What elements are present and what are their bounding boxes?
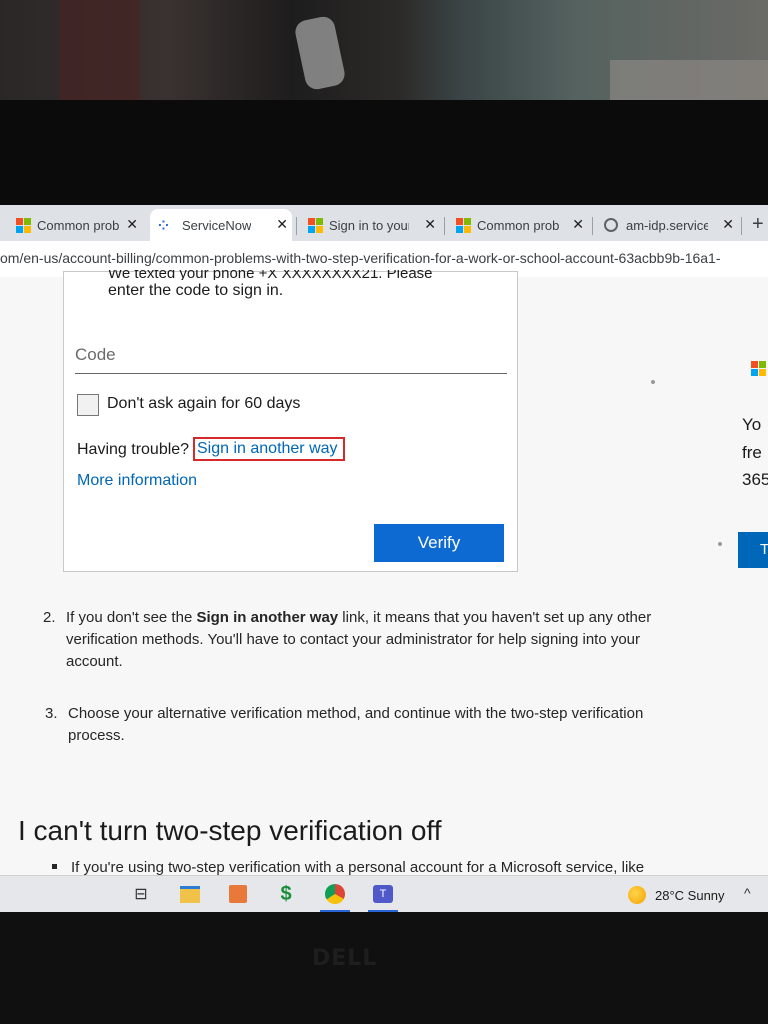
tab-title: Common prob [477,217,560,233]
tab-title: Sign in to your [329,217,409,233]
tab-common-problems-2[interactable]: Common prob ✕ [450,209,588,241]
step-number: 2. [43,609,56,626]
verify-button[interactable]: Verify [374,524,504,562]
signin-screenshot-card: We texted your phone +X XXXXXXXX21. Plea… [63,270,518,572]
close-icon[interactable]: ✕ [126,216,138,233]
bullet-square-icon [52,864,57,869]
sms-message-line2: enter the code to sign in. [108,282,284,299]
tray-chevron-up-icon[interactable]: ^ [744,885,751,901]
servicenow-icon: ⁘ [158,218,169,233]
tab-common-problems-1[interactable]: Common prob ✕ [10,209,142,241]
task-view-icon[interactable]: ⊟ [128,881,154,907]
teams-icon[interactable]: T [370,881,396,907]
close-icon[interactable]: ✕ [276,216,288,233]
side-panel-line2: fre [742,443,762,462]
close-icon[interactable]: ✕ [722,216,734,233]
sign-in-another-way-link[interactable]: Sign in another way [193,437,345,461]
tab-am-idp[interactable]: am-idp.service ✕ [598,209,738,241]
store-icon[interactable] [225,881,251,907]
dell-logo: DELL [312,946,378,971]
background-room-photo [0,0,768,104]
dont-ask-checkbox[interactable] [77,394,99,416]
windows-taskbar: ⊟ $ T 28°C Sunny ^ [0,875,768,912]
page-content: We texted your phone +X XXXXXXXX21. Plea… [0,270,768,876]
weather-temp: 28°C [655,887,685,903]
side-panel-line3: 365 [742,470,768,489]
weather-widget[interactable]: 28°C Sunny [628,886,725,904]
section-heading: I can't turn two-step verification off [18,815,442,847]
sun-icon [628,886,646,904]
more-information-link[interactable]: More information [77,472,197,490]
microsoft-logo-icon [308,217,323,233]
close-icon[interactable]: ✕ [572,216,584,233]
microsoft-logo-icon [16,217,31,233]
laptop-screen: Common prob ✕ ⁘ ServiceNow ✕ Sign in to … [0,205,768,912]
weather-desc: Sunny [687,887,725,903]
url-text: om/en-us/account-billing/common-problems… [0,250,721,266]
globe-icon [604,218,618,232]
step-text: If you don't see the Sign in another way… [66,609,652,670]
file-explorer-icon[interactable] [177,881,203,907]
laptop-bezel-bottom [0,912,768,1024]
tab-title: Common prob [37,217,120,233]
app-icon[interactable]: $ [273,881,299,907]
side-panel-line1: Yo [742,415,762,434]
close-icon[interactable]: ✕ [424,216,436,233]
microsoft-logo-icon [751,361,766,376]
bullet-item: If you're using two-step verification wi… [52,859,644,876]
tab-servicenow[interactable]: ⁘ ServiceNow ✕ [150,209,292,241]
tab-title: ServiceNow [182,217,252,233]
sms-message-line1: We texted your phone +X XXXXXXXX21. Plea… [108,270,433,280]
tab-title: am-idp.service [626,217,708,233]
microsoft-logo-icon [456,217,471,233]
new-tab-button[interactable]: + [752,213,764,236]
step-3: 3. Choose your alternative verification … [45,703,725,749]
sms-message: We texted your phone +X XXXXXXXX21. Plea… [108,270,508,302]
dont-ask-label: Don't ask again for 60 days [107,395,301,412]
step-number: 3. [45,705,58,722]
side-panel-button[interactable]: T [738,532,768,568]
step-2: 2. If you don't see the Sign in another … [43,607,723,677]
tab-sign-in[interactable]: Sign in to your ✕ [302,209,440,241]
browser-tab-strip: Common prob ✕ ⁘ ServiceNow ✕ Sign in to … [0,205,768,241]
laptop-bezel-top [0,100,768,208]
step-text: Choose your alternative verification met… [68,705,644,744]
chrome-icon[interactable] [322,881,348,907]
having-trouble-label: Having trouble? [77,441,190,458]
code-input[interactable] [75,336,507,374]
